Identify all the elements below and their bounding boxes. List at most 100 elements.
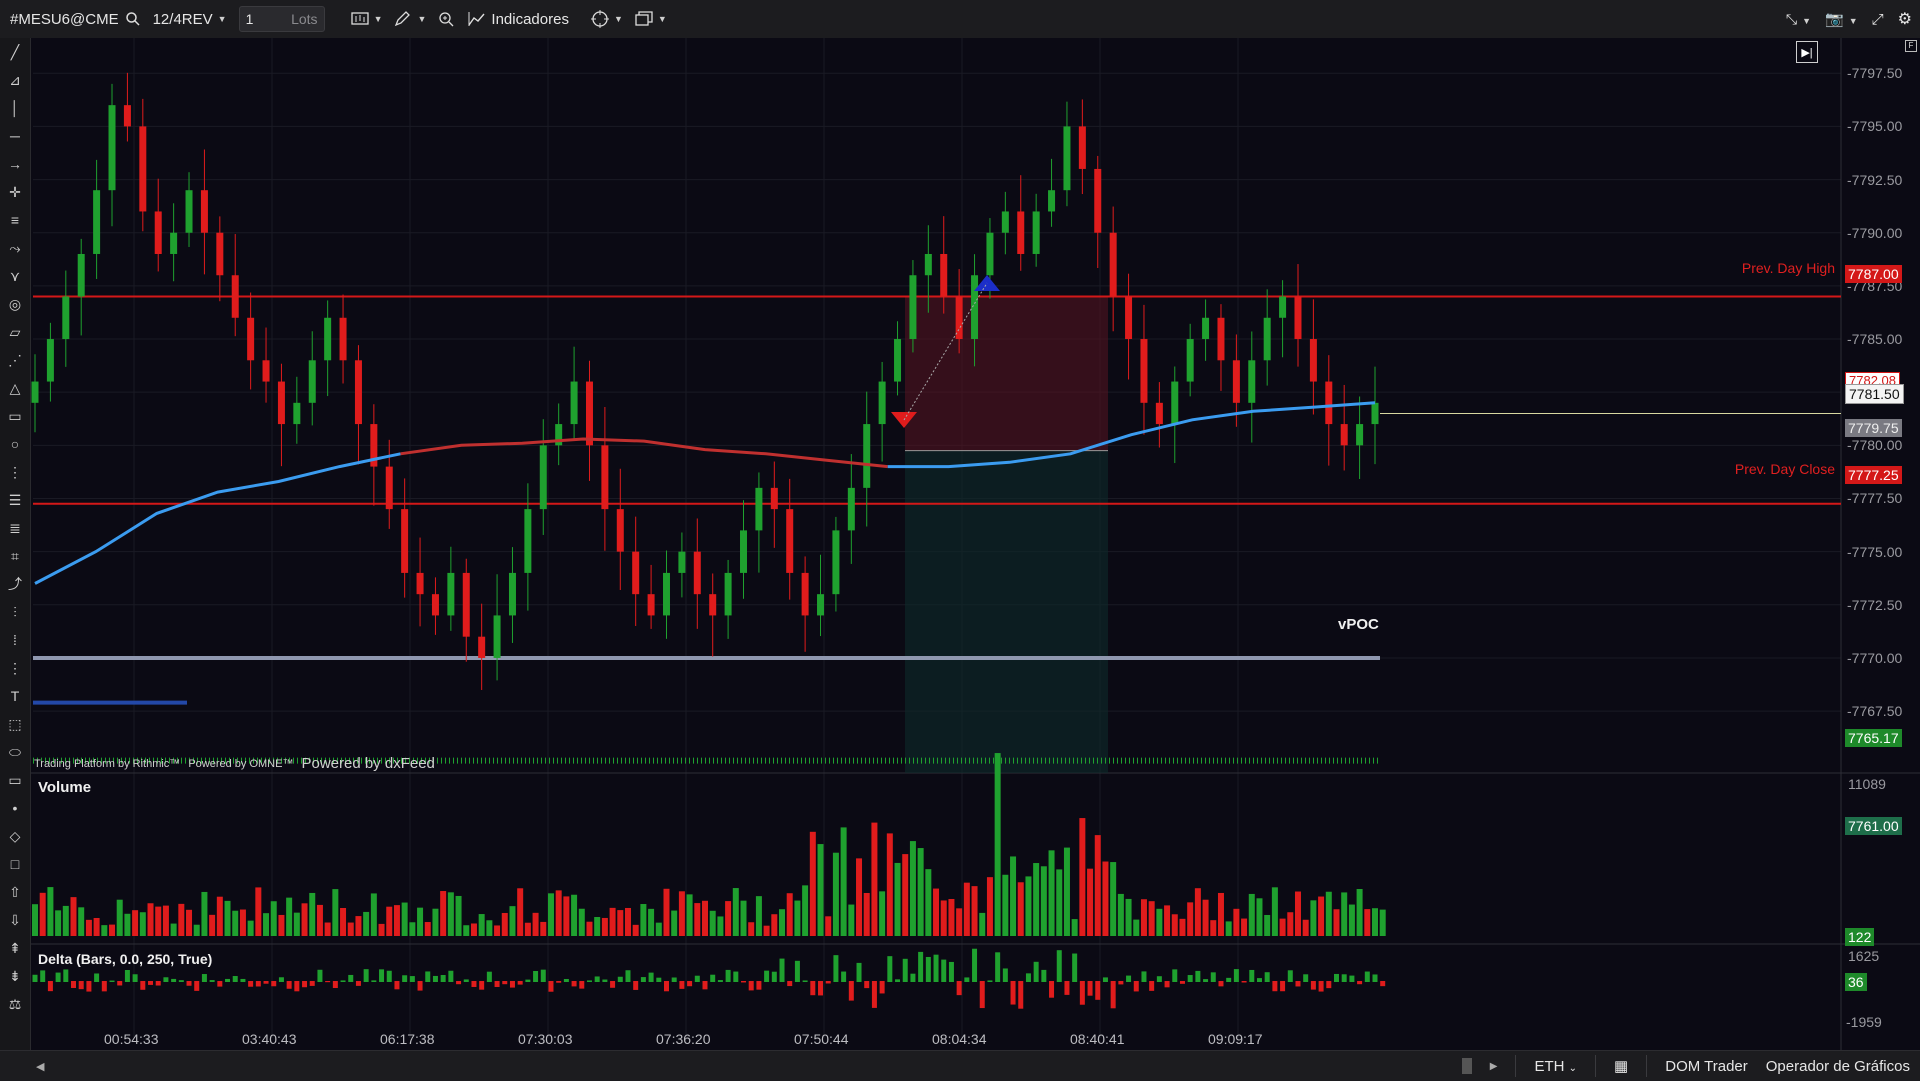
line-icon[interactable]: ╱ [0, 38, 30, 66]
volume-bar [324, 922, 331, 936]
chart-trader-button[interactable]: Operador de Gráficos [1766, 1058, 1910, 1075]
scrollbar-handle[interactable] [1461, 1058, 1472, 1074]
delta-bar [979, 981, 985, 1009]
volume-bar [663, 888, 670, 936]
chart-type-button[interactable]: ▼ [345, 0, 389, 38]
volume-bar [725, 901, 732, 936]
fullscreen-icon[interactable]: ⤢ [1872, 11, 1884, 28]
search-icon[interactable] [125, 11, 141, 27]
delta-bar [579, 981, 585, 989]
scroll-right-icon[interactable]: ▶ [1490, 1061, 1498, 1072]
candle-body [693, 551, 701, 595]
ellipse-icon[interactable]: ○ [0, 430, 30, 458]
arrow-up-icon[interactable]: ⇧ [0, 878, 30, 906]
delta-bar [132, 974, 138, 982]
watermark: Trading Platform by Rithmic™ Powered by … [34, 755, 435, 772]
square-icon[interactable]: □ [0, 850, 30, 878]
volume-bar [956, 908, 963, 936]
fib-icon[interactable]: ⋰ [0, 346, 30, 374]
quantity-value[interactable]: 1 [246, 11, 254, 27]
volume-bar [162, 905, 169, 936]
volume-bar [1079, 818, 1086, 936]
callout-icon[interactable]: ⬭ [0, 738, 30, 766]
delta-bar [1357, 981, 1363, 985]
crosshair-button[interactable]: ▼ [585, 0, 629, 38]
delta-bar [348, 974, 354, 982]
select-icon[interactable]: ⁞ [0, 626, 30, 654]
fib-ext-icon[interactable]: ≣ [0, 514, 30, 542]
candle-body [77, 253, 85, 297]
regression-icon[interactable]: ⤴ [0, 570, 30, 598]
delta-bar [1126, 975, 1132, 982]
vpoc-label: vPOC [1338, 616, 1379, 633]
candle-body [524, 509, 532, 573]
horizontal-line-icon[interactable]: ─ [0, 122, 30, 150]
volume-bar [132, 910, 139, 936]
indicators-button[interactable]: Indicadores [462, 0, 575, 38]
dom-trader-button[interactable]: DOM Trader [1665, 1058, 1748, 1075]
volume-bar [1294, 891, 1301, 936]
ruler-icon[interactable]: ▱ [0, 318, 30, 346]
angle-icon[interactable]: ⊿ [0, 66, 30, 94]
volume-bar [1140, 899, 1147, 936]
arrow-line-icon[interactable]: → [0, 150, 30, 178]
maximize-icon[interactable]: ▶| [1796, 41, 1818, 63]
scroll-left-icon[interactable]: ◀ [36, 1060, 44, 1073]
volume-bar [1241, 918, 1248, 936]
chart-canvas[interactable] [31, 38, 1920, 1050]
link-icon[interactable]: ⤡ ▼ [1786, 11, 1811, 28]
cross-icon[interactable]: ✛ [0, 178, 30, 206]
diamond-icon[interactable]: ◇ [0, 822, 30, 850]
scale-icon[interactable]: ⚖ [0, 990, 30, 1018]
template-button[interactable]: ▼ [629, 0, 673, 38]
candle-body [570, 381, 578, 425]
candle-body [170, 232, 178, 254]
note-icon[interactable]: ▭ [0, 766, 30, 794]
calendar-icon[interactable]: ▦ [1614, 1057, 1628, 1075]
dot-icon[interactable]: • [0, 794, 30, 822]
draw-tool-button[interactable]: ▼ [388, 0, 432, 38]
target-icon[interactable]: ◎ [0, 290, 30, 318]
fib-levels-icon[interactable]: ☰ [0, 486, 30, 514]
symbol-selector[interactable]: #MESU6@CME [0, 0, 147, 38]
dots-icon[interactable]: ⋮ [0, 654, 30, 682]
text-icon[interactable]: T [0, 682, 30, 710]
delta-bar [309, 981, 315, 986]
volume-bar [1187, 902, 1194, 936]
delta-bar [163, 977, 169, 982]
panel-float-icon[interactable]: F [1905, 40, 1917, 52]
sort-asc-icon[interactable]: ⇞ [0, 934, 30, 962]
delta-bar [117, 981, 123, 986]
session-selector[interactable]: ETH ⌄ [1534, 1058, 1577, 1075]
zoom-button[interactable] [432, 0, 462, 38]
volume-bar [678, 891, 685, 936]
candle-body [478, 636, 486, 658]
vertical-line-icon[interactable]: │ [0, 94, 30, 122]
period-selector[interactable]: 12/4REV ▼ [147, 0, 233, 38]
delta-bar [171, 978, 177, 982]
gear-icon[interactable]: ⚙ [1898, 9, 1912, 29]
gann-icon[interactable]: ⌗ [0, 542, 30, 570]
triangle-icon[interactable]: △ [0, 374, 30, 402]
lines-icon[interactable]: ≡ [0, 206, 30, 234]
quantity-field[interactable]: 1 Lots [233, 0, 331, 38]
candle-body [539, 445, 547, 510]
candle-body [755, 487, 763, 531]
delta-bar [1272, 981, 1278, 992]
arrow-down-icon[interactable]: ⇩ [0, 906, 30, 934]
camera-icon[interactable]: 📷 ▼ [1825, 10, 1858, 28]
delta-bar [1287, 970, 1293, 982]
delta-bar [818, 981, 824, 996]
bars-icon[interactable]: ⫶ [0, 598, 30, 626]
fib-fan-icon[interactable]: ⋮ [0, 458, 30, 486]
curve-icon[interactable]: ⤳ [0, 234, 30, 262]
sort-desc-icon[interactable]: ⇟ [0, 962, 30, 990]
tag-icon[interactable]: ⬚ [0, 710, 30, 738]
delta-bar [317, 969, 323, 982]
rectangle-icon[interactable]: ▭ [0, 402, 30, 430]
pitchfork-icon[interactable]: ⋎ [0, 262, 30, 290]
volume-bar [1110, 862, 1117, 936]
candle-body [123, 105, 131, 127]
delta-bar [263, 981, 269, 984]
candle-body [1140, 339, 1148, 403]
